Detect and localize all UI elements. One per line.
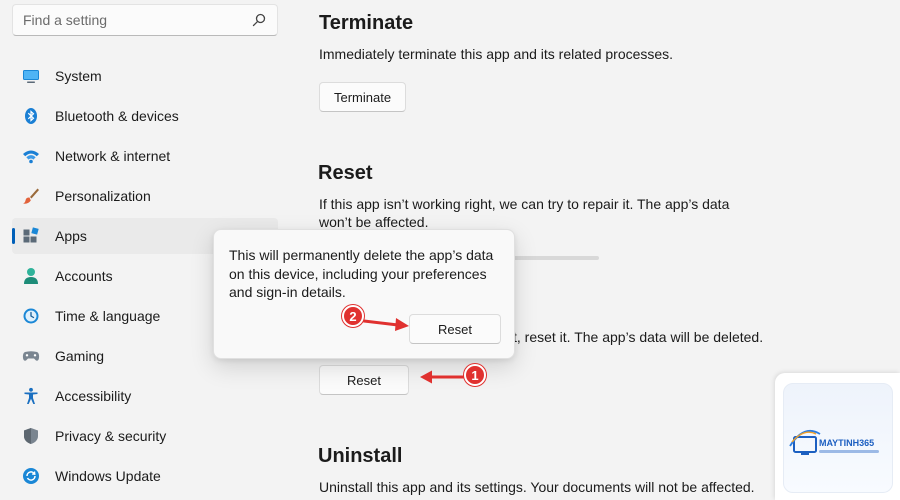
apps-icon xyxy=(22,227,40,245)
search-box[interactable] xyxy=(12,4,278,36)
sidebar-item-privacy[interactable]: Privacy & security xyxy=(12,418,278,454)
reset-heading: Reset xyxy=(318,162,373,184)
wifi-icon xyxy=(22,147,40,165)
bluetooth-icon xyxy=(22,107,40,125)
reset-description: t, reset it. The app’s data will be dele… xyxy=(513,329,764,345)
person-icon xyxy=(22,267,40,285)
annotation-badge-2: 2 xyxy=(342,305,364,327)
reset-confirmation-dialog: This will permanently delete the app’s d… xyxy=(213,229,515,359)
sidebar-item-system[interactable]: System xyxy=(12,58,278,94)
sidebar-item-label: Windows Update xyxy=(55,468,161,484)
search-input[interactable] xyxy=(23,12,251,28)
sidebar-item-label: System xyxy=(55,68,102,84)
sidebar-item-label: Accounts xyxy=(55,268,113,284)
sidebar-item-label: Accessibility xyxy=(55,388,132,404)
system-icon xyxy=(22,67,40,85)
sidebar-item-network[interactable]: Network & internet xyxy=(12,138,278,174)
brush-icon xyxy=(22,187,40,205)
sidebar-item-label: Apps xyxy=(55,228,87,244)
clock-globe-icon xyxy=(22,307,40,325)
watermark-logo: MAYTINH365 xyxy=(775,373,900,500)
terminate-button[interactable]: Terminate xyxy=(319,82,407,112)
sidebar-item-accessibility[interactable]: Accessibility xyxy=(12,378,278,414)
annotation-arrow-1 xyxy=(420,370,468,384)
sidebar-item-label: Bluetooth & devices xyxy=(55,108,179,124)
sidebar-item-label: Network & internet xyxy=(55,148,171,164)
update-icon xyxy=(22,467,40,485)
terminate-description: Immediately terminate this app and its r… xyxy=(319,46,674,62)
sidebar-item-bluetooth[interactable]: Bluetooth & devices xyxy=(12,98,278,134)
logo-wordmark: MAYTINH365 xyxy=(819,438,874,448)
sidebar-item-windows-update[interactable]: Windows Update xyxy=(12,458,278,494)
sidebar-item-label: Gaming xyxy=(55,348,105,364)
uninstall-heading: Uninstall xyxy=(318,445,403,467)
repair-description-line1: If this app isn’t working right, we can … xyxy=(319,196,730,212)
logo-panel: MAYTINH365 xyxy=(783,383,893,493)
annotation-badge-1: 1 xyxy=(464,364,486,386)
dialog-message: This will permanently delete the app’s d… xyxy=(229,247,494,300)
sidebar-item-label: Personalization xyxy=(55,188,151,204)
shield-icon xyxy=(22,427,40,445)
annotation-arrow-2 xyxy=(362,318,409,331)
reset-button[interactable]: Reset xyxy=(319,365,409,395)
gamepad-icon xyxy=(22,347,40,365)
accessibility-icon xyxy=(22,387,40,405)
uninstall-description: Uninstall this app and its settings. You… xyxy=(319,479,755,495)
sidebar-item-personalization[interactable]: Personalization xyxy=(12,178,278,214)
monitor-logo-icon: MAYTINH365 xyxy=(789,430,879,455)
sidebar-item-label: Privacy & security xyxy=(55,428,167,444)
terminate-heading: Terminate xyxy=(319,12,414,34)
confirm-reset-button[interactable]: Reset xyxy=(409,314,501,344)
sidebar-item-label: Time & language xyxy=(55,308,161,324)
search-icon xyxy=(252,13,266,27)
